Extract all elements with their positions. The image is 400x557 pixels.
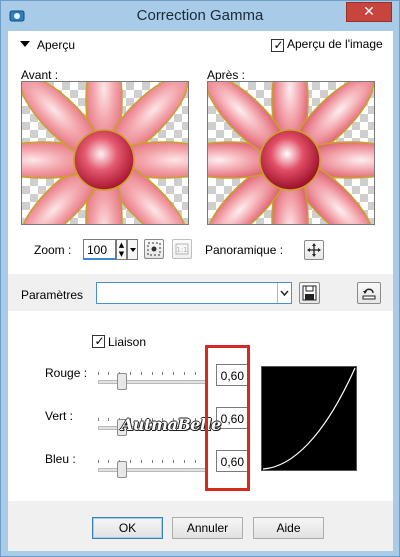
save-preset-button[interactable]: [299, 282, 320, 304]
red-label: Rouge :: [45, 366, 88, 380]
close-icon: ✕: [363, 4, 375, 20]
fit-zoom-icon: [147, 242, 161, 256]
gamma-curve: [262, 367, 356, 470]
checkmark-icon: ✓: [94, 334, 105, 348]
blue-label: Bleu :: [45, 452, 76, 466]
cancel-button[interactable]: Annuler: [172, 517, 243, 539]
triangle-down-icon: [20, 41, 30, 47]
preview-section-label: Aperçu: [37, 38, 76, 52]
flower-image: [22, 82, 188, 224]
reset-arrow-icon: [362, 288, 376, 300]
preview-panel: Aperçu ✓ Aperçu de l'image Avant : Après…: [8, 31, 393, 274]
red-slider-track[interactable]: [98, 380, 206, 384]
blue-slider-thumb[interactable]: [117, 461, 127, 478]
after-label: Après :: [207, 68, 246, 82]
after-preview[interactable]: [207, 81, 375, 225]
title-bar[interactable]: Correction Gamma ✕: [1, 1, 399, 31]
presets-combobox[interactable]: [96, 282, 292, 304]
help-button[interactable]: Aide: [253, 517, 324, 539]
preview-image-checkbox[interactable]: ✓: [271, 38, 284, 52]
presets-dropdown-arrow[interactable]: [277, 283, 291, 303]
presets-label: Paramètres: [21, 288, 84, 302]
preview-image-label: Aperçu de l'image: [287, 37, 383, 51]
pan-label: Panoramique :: [205, 243, 284, 257]
dialog-client: Aperçu ✓ Aperçu de l'image Avant : Après…: [8, 31, 393, 551]
author-watermark: AutmaBelle: [121, 415, 221, 434]
red-value-field[interactable]: 0,60: [216, 364, 248, 386]
before-preview[interactable]: [21, 81, 189, 225]
zoom-spinner[interactable]: ▲ ▼: [116, 239, 127, 260]
spin-up-icon[interactable]: ▲: [117, 241, 126, 250]
close-button[interactable]: ✕: [346, 2, 392, 22]
zoom-input[interactable]: 100: [83, 239, 116, 260]
svg-text:1:1: 1:1: [176, 246, 187, 254]
ok-button[interactable]: OK: [92, 517, 163, 539]
pan-button[interactable]: [304, 240, 324, 260]
gamma-curve-graph: [261, 366, 357, 471]
actual-size-button[interactable]: 1:1: [172, 239, 192, 259]
dialog-window: Correction Gamma ✕ Aperçu ✓ Aperçu de l'…: [0, 0, 400, 557]
spin-down-icon[interactable]: ▼: [117, 250, 126, 259]
link-label: Liaison: [108, 335, 147, 349]
move-cross-icon: [307, 243, 321, 257]
blue-slider-ticks: [98, 460, 206, 464]
actual-size-icon: 1:1: [175, 243, 189, 255]
flower-image: [208, 82, 374, 224]
blue-value-field[interactable]: 0,60: [216, 450, 248, 472]
link-checkbox[interactable]: ✓: [92, 334, 105, 348]
chevron-down-icon: [130, 248, 136, 252]
fit-zoom-button[interactable]: [144, 239, 164, 259]
floppy-disk-icon: [302, 285, 317, 301]
blue-slider-track[interactable]: [98, 468, 206, 472]
chevron-down-icon: [280, 290, 289, 297]
green-label: Vert :: [45, 409, 74, 423]
zoom-dropdown-button[interactable]: [127, 239, 138, 260]
window-title: Correction Gamma: [136, 7, 264, 24]
before-label: Avant :: [21, 68, 59, 82]
red-slider-thumb[interactable]: [117, 373, 127, 390]
reset-button[interactable]: [357, 282, 381, 304]
checkmark-icon: ✓: [273, 38, 284, 52]
red-slider-ticks: [98, 372, 206, 376]
zoom-label: Zoom :: [34, 243, 72, 257]
